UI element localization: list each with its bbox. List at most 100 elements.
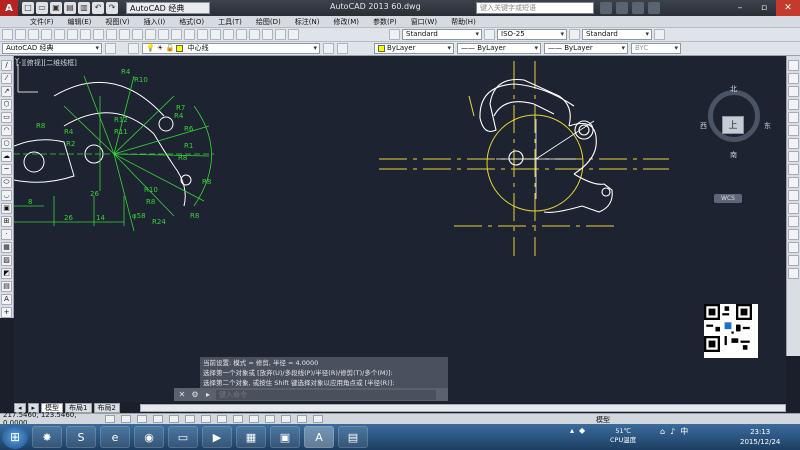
point-icon[interactable]: · [1, 229, 12, 240]
layer-previous-icon[interactable] [337, 43, 348, 54]
osnap-icon[interactable] [169, 415, 179, 423]
tool-palettes-icon[interactable] [236, 29, 247, 40]
viewcube[interactable]: 上 北 南 西 东 [700, 84, 772, 159]
viewcube-north[interactable]: 北 [730, 84, 737, 94]
join-icon[interactable] [788, 216, 799, 227]
array-icon[interactable] [788, 112, 799, 123]
snap-icon[interactable] [105, 415, 115, 423]
color-select[interactable]: ByLayer [374, 43, 454, 54]
autocad-logo-icon[interactable]: A [0, 0, 18, 16]
arc-icon[interactable]: ◠ [1, 125, 12, 136]
publish-icon[interactable] [67, 29, 78, 40]
drawing-canvas[interactable]: R4 R10 R7 R4 R12 R11 R8 R4 R2 R6 R1 R8 R… [14, 56, 786, 402]
menu-insert[interactable]: 插入(I) [144, 17, 166, 27]
pan-icon[interactable] [158, 29, 169, 40]
3d-osnap-icon[interactable] [185, 415, 195, 423]
circle-icon[interactable]: ○ [1, 138, 12, 149]
ducs-icon[interactable] [217, 415, 227, 423]
zoom-previous-icon[interactable] [197, 29, 208, 40]
trim-icon[interactable] [788, 177, 799, 188]
menu-parametric[interactable]: 参数(P) [373, 17, 397, 27]
copy-icon[interactable] [93, 29, 104, 40]
table-style-select[interactable]: Standard [582, 29, 652, 40]
wcs-menu[interactable]: WCS [714, 194, 742, 203]
polygon-icon[interactable]: ⬡ [1, 99, 12, 110]
print-icon[interactable] [41, 29, 52, 40]
redo-icon[interactable] [145, 29, 156, 40]
ellipse-arc-icon[interactable]: ◡ [1, 190, 12, 201]
new-icon[interactable] [2, 29, 13, 40]
customize-command-icon[interactable]: ⚙ [190, 390, 200, 400]
search-input[interactable]: 键入关键字或短语 [476, 2, 594, 14]
break-icon[interactable] [788, 203, 799, 214]
zoom-window-icon[interactable] [184, 29, 195, 40]
cut-icon[interactable] [80, 29, 91, 40]
command-input[interactable] [216, 389, 436, 400]
quick-properties-icon[interactable] [281, 415, 291, 423]
ortho-icon[interactable] [137, 415, 147, 423]
multiline-text-icon[interactable]: A [1, 294, 12, 305]
table-icon[interactable]: ▤ [1, 281, 12, 292]
dyn-icon[interactable] [233, 415, 243, 423]
workspace-select[interactable]: AutoCAD 经典 [126, 2, 210, 14]
menu-modify[interactable]: 修改(M) [333, 17, 359, 27]
transparency-icon[interactable] [265, 415, 275, 423]
polar-icon[interactable] [153, 415, 163, 423]
taskbar-video-icon[interactable]: ▦ [236, 426, 266, 448]
scale-icon[interactable] [788, 151, 799, 162]
close-command-icon[interactable]: ✕ [177, 390, 187, 400]
save-icon[interactable] [28, 29, 39, 40]
taskbar-notes-icon[interactable]: ▤ [338, 426, 368, 448]
make-block-icon[interactable]: ⊞ [1, 216, 12, 227]
linetype-select[interactable]: —— ByLayer [457, 43, 541, 54]
viewcube-west[interactable]: 西 [700, 121, 707, 131]
line-icon[interactable]: / [1, 60, 12, 71]
language-icon[interactable]: 中 [680, 426, 688, 437]
taskbar-app-icon[interactable]: ▣ [270, 426, 300, 448]
add-selected-icon[interactable]: + [1, 307, 12, 318]
network-icon[interactable]: ⌂ [660, 427, 665, 436]
taskbar-app-sogou-icon[interactable]: S [66, 426, 96, 448]
erase-icon[interactable] [788, 60, 799, 71]
saveas-icon[interactable]: ▤ [64, 2, 76, 14]
tray-expand-icon[interactable]: ▴ [570, 426, 574, 435]
zoom-realtime-icon[interactable] [171, 29, 182, 40]
lineweight-icon[interactable] [249, 415, 259, 423]
revision-cloud-icon[interactable]: ☁ [1, 151, 12, 162]
taskbar-autocad-icon[interactable]: A [304, 426, 334, 448]
menu-help[interactable]: 帮助(H) [451, 17, 476, 27]
ellipse-icon[interactable]: ⬭ [1, 177, 12, 188]
volume-icon[interactable]: ♪ [670, 427, 675, 436]
maximize-icon[interactable]: ▫ [752, 0, 776, 16]
viewcube-top-face[interactable]: 上 [722, 116, 744, 134]
menu-edit[interactable]: 编辑(E) [68, 17, 92, 27]
selection-cycling-icon[interactable] [297, 415, 307, 423]
print-icon[interactable]: ▥ [78, 2, 90, 14]
extend-icon[interactable] [788, 190, 799, 201]
insert-block-icon[interactable]: ▣ [1, 203, 12, 214]
start-button[interactable]: ⊞ [2, 425, 28, 449]
menu-draw[interactable]: 绘图(D) [256, 17, 281, 27]
recent-commands-icon[interactable]: ▸ [203, 390, 213, 400]
copy-object-icon[interactable] [788, 73, 799, 84]
new-icon[interactable]: □ [22, 2, 34, 14]
taskbar-explorer-icon[interactable]: ▭ [168, 426, 198, 448]
annotation-monitor-icon[interactable] [313, 415, 323, 423]
menu-view[interactable]: 视图(V) [105, 17, 129, 27]
menu-dimension[interactable]: 标注(N) [295, 17, 320, 27]
gradient-icon[interactable]: ▨ [1, 255, 12, 266]
help-icon[interactable] [648, 2, 660, 14]
properties-icon[interactable] [210, 29, 221, 40]
text-style-select[interactable]: Standard [402, 29, 482, 40]
offset-icon[interactable] [788, 99, 799, 110]
layer-select[interactable]: 💡 ☀ 🔓 中心线 [142, 43, 320, 54]
taskbar-media-player-icon[interactable]: ▶ [202, 426, 232, 448]
markup-icon[interactable] [262, 29, 273, 40]
undo-icon[interactable]: ↶ [92, 2, 104, 14]
design-center-icon[interactable] [223, 29, 234, 40]
menu-tools[interactable]: 工具(T) [218, 17, 242, 27]
taskbar-app-tool-icon[interactable]: ✸ [32, 426, 62, 448]
system-clock[interactable]: 23:13 2015/12/24 [740, 427, 780, 447]
tray-app-icon[interactable]: ◆ [579, 426, 585, 435]
search-icon[interactable] [600, 2, 612, 14]
